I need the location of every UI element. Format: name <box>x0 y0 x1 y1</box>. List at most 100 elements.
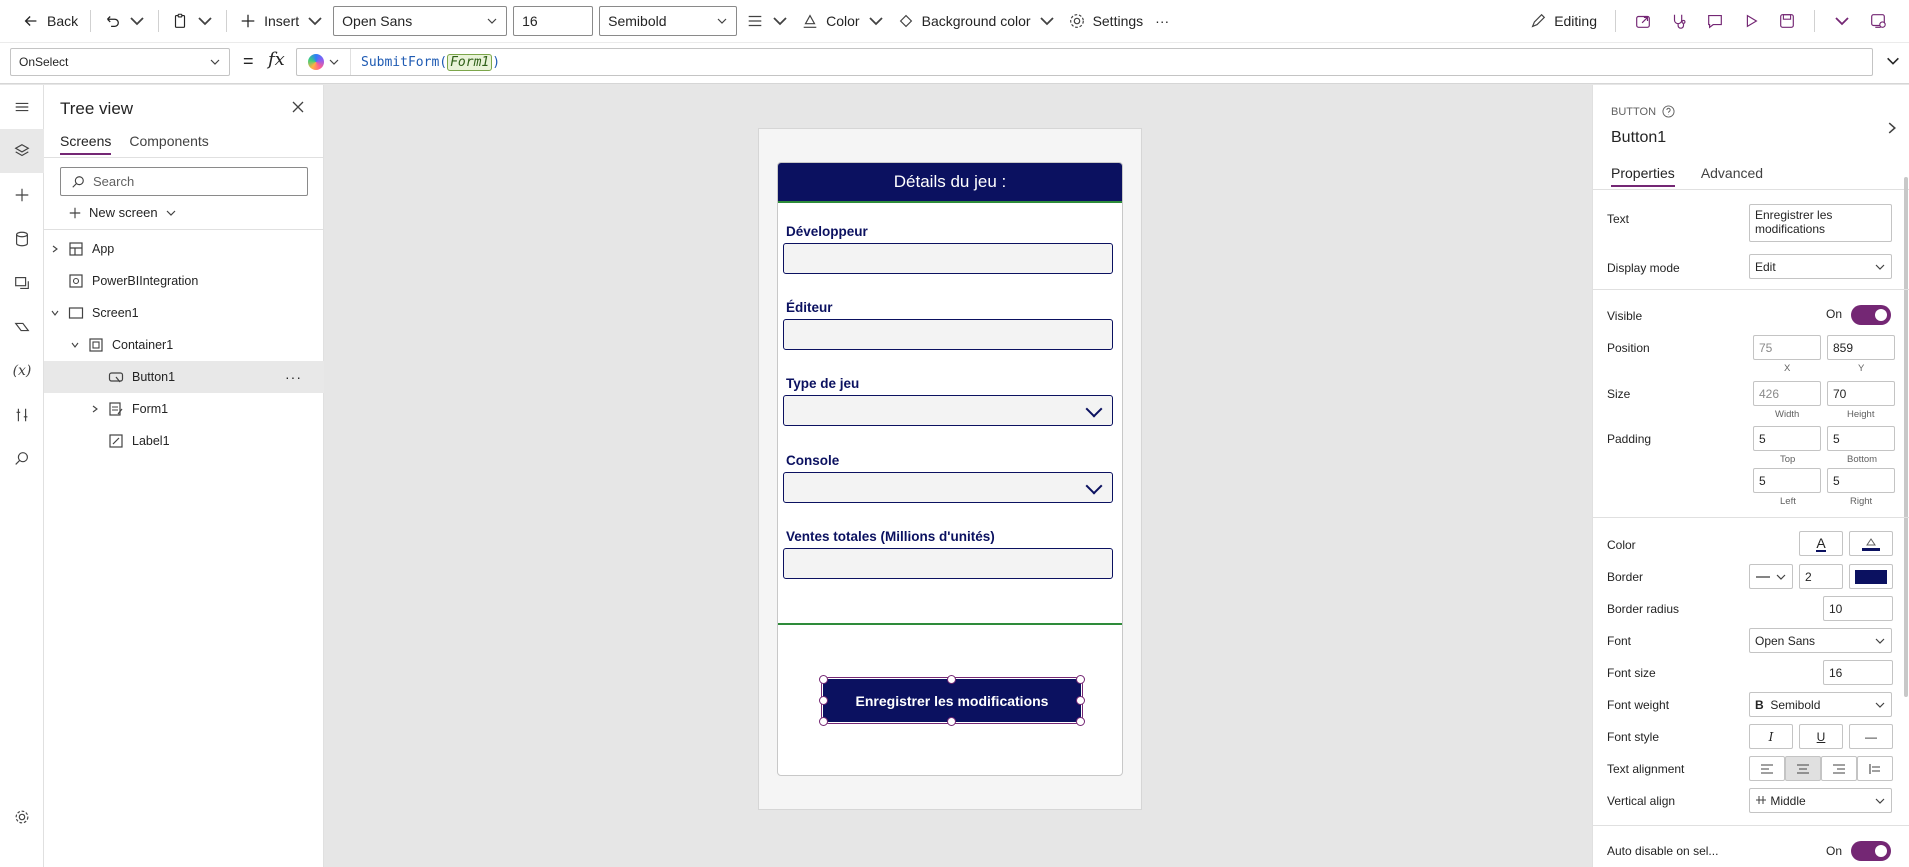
editeur-input[interactable] <box>783 319 1113 350</box>
variables-icon[interactable]: (x) <box>0 349 44 393</box>
underline-button[interactable]: U <box>1799 724 1843 749</box>
property-select[interactable]: OnSelect <box>10 48 230 76</box>
vertical-align-select[interactable]: Middle <box>1749 788 1892 813</box>
settings-button[interactable]: Settings <box>1062 6 1150 36</box>
checker-button[interactable] <box>1664 6 1694 36</box>
tab-advanced[interactable]: Advanced <box>1701 165 1763 187</box>
media-icon[interactable] <box>0 261 44 305</box>
save-changes-button[interactable]: Enregistrer les modifications <box>821 677 1083 724</box>
tools-icon[interactable] <box>0 393 44 437</box>
tree-node-screen1[interactable]: Screen1 <box>44 297 324 329</box>
chevron-down-icon[interactable] <box>68 340 82 350</box>
font-weight-select[interactable]: Semibold <box>599 6 738 36</box>
database-icon[interactable] <box>0 217 44 261</box>
search-icon[interactable] <box>0 437 44 481</box>
align-center-button[interactable] <box>1785 756 1821 781</box>
new-screen-button[interactable]: New screen <box>68 205 177 220</box>
align-justify-button[interactable] <box>1857 756 1893 781</box>
tab-properties[interactable]: Properties <box>1611 165 1675 187</box>
position-x-input[interactable]: 75 <box>1753 335 1821 360</box>
tree-node-app[interactable]: App <box>44 233 324 265</box>
resize-handle[interactable] <box>1076 717 1085 726</box>
visible-toggle[interactable] <box>1851 305 1891 325</box>
control-name[interactable]: Button1 <box>1611 129 1666 147</box>
font-size-input[interactable]: 16 <box>513 6 594 36</box>
copilot-button[interactable] <box>297 49 351 75</box>
strikethrough-button[interactable]: — <box>1849 724 1893 749</box>
border-radius-input[interactable]: 10 <box>1823 596 1893 621</box>
auto-disable-toggle[interactable] <box>1851 841 1891 861</box>
italic-button[interactable]: I <box>1749 724 1793 749</box>
padding-left-input[interactable]: 5 <box>1753 468 1821 493</box>
search-input[interactable] <box>93 174 293 189</box>
tree-node-form1[interactable]: Form1 <box>44 393 324 425</box>
resize-handle[interactable] <box>947 717 956 726</box>
tab-components[interactable]: Components <box>129 133 208 155</box>
comments-button[interactable] <box>1700 6 1730 36</box>
form-header-label[interactable]: Détails du jeu : <box>778 163 1122 203</box>
text-color-button[interactable]: A <box>1799 531 1843 556</box>
display-mode-select[interactable]: Edit <box>1749 254 1892 279</box>
formula-input[interactable]: SubmitForm(Form1) <box>296 48 1873 76</box>
close-icon[interactable] <box>290 99 306 115</box>
gear-icon[interactable] <box>0 795 44 839</box>
font-select[interactable]: Open Sans <box>333 6 508 36</box>
chevron-right-icon[interactable] <box>88 404 102 414</box>
chevron-right-icon[interactable] <box>48 244 62 254</box>
chevron-down-icon[interactable] <box>128 12 146 30</box>
resize-handle[interactable] <box>947 675 956 684</box>
help-icon[interactable] <box>1662 105 1675 118</box>
align-right-button[interactable] <box>1821 756 1857 781</box>
resize-handle[interactable] <box>819 696 828 705</box>
position-y-input[interactable]: 859 <box>1827 335 1895 360</box>
resize-handle[interactable] <box>819 717 828 726</box>
resize-handle[interactable] <box>1076 696 1085 705</box>
screen-preview[interactable]: Détails du jeu : Développeur Éditeur Typ… <box>758 128 1142 810</box>
plus-icon[interactable] <box>0 173 44 217</box>
save-button[interactable] <box>1772 6 1802 36</box>
tree-node-container1[interactable]: Container1 <box>44 329 324 361</box>
editing-button[interactable]: Editing <box>1523 6 1603 36</box>
developpeur-input[interactable] <box>783 243 1113 274</box>
height-input[interactable]: 70 <box>1827 381 1895 406</box>
text-property-input[interactable]: Enregistrer les modifications <box>1749 204 1892 242</box>
more-options-icon[interactable]: ··· <box>285 369 302 385</box>
border-width-input[interactable]: 2 <box>1799 564 1843 589</box>
border-style-select[interactable] <box>1749 564 1793 589</box>
publish-button[interactable] <box>1863 6 1893 36</box>
hamburger-icon[interactable] <box>0 85 44 129</box>
resize-handle[interactable] <box>1076 675 1085 684</box>
background-color-button[interactable]: Background color <box>891 6 1062 36</box>
design-canvas[interactable]: Détails du jeu : Développeur Éditeur Typ… <box>324 85 1592 867</box>
console-dropdown[interactable] <box>783 472 1113 503</box>
type-de-jeu-dropdown[interactable] <box>783 395 1113 426</box>
ventes-totales-input[interactable] <box>783 548 1113 579</box>
chevron-down-icon[interactable] <box>48 308 62 318</box>
padding-right-input[interactable]: 5 <box>1827 468 1895 493</box>
padding-bottom-input[interactable]: 5 <box>1827 426 1895 451</box>
save-options-button[interactable] <box>1827 6 1857 36</box>
color-button[interactable]: Color <box>795 6 890 36</box>
align-left-button[interactable] <box>1749 756 1785 781</box>
font-size-input[interactable]: 16 <box>1823 660 1893 685</box>
chevron-down-icon[interactable] <box>1885 53 1901 69</box>
more-button[interactable]: ··· <box>1149 6 1175 36</box>
layers-icon[interactable] <box>0 129 44 173</box>
align-button[interactable] <box>740 6 795 36</box>
preview-button[interactable] <box>1736 6 1766 36</box>
tree-node-label1[interactable]: Label1 <box>44 425 324 457</box>
container1[interactable]: Détails du jeu : Développeur Éditeur Typ… <box>777 162 1123 776</box>
tab-screens[interactable]: Screens <box>60 133 112 155</box>
font-weight-select[interactable]: B Semibold <box>1749 692 1892 717</box>
form1[interactable]: Développeur Éditeur Type de jeu Console … <box>778 203 1122 625</box>
fill-color-button[interactable] <box>1849 531 1893 556</box>
scrollbar[interactable] <box>1904 177 1908 697</box>
resize-handle[interactable] <box>819 675 828 684</box>
chevron-right-icon[interactable] <box>1885 121 1899 135</box>
back-button[interactable]: Back <box>16 6 84 36</box>
share-button[interactable] <box>1628 6 1658 36</box>
power-automate-icon[interactable] <box>0 305 44 349</box>
font-select[interactable]: Open Sans <box>1749 628 1892 653</box>
paste-button[interactable] <box>165 6 220 36</box>
undo-button[interactable] <box>97 6 152 36</box>
